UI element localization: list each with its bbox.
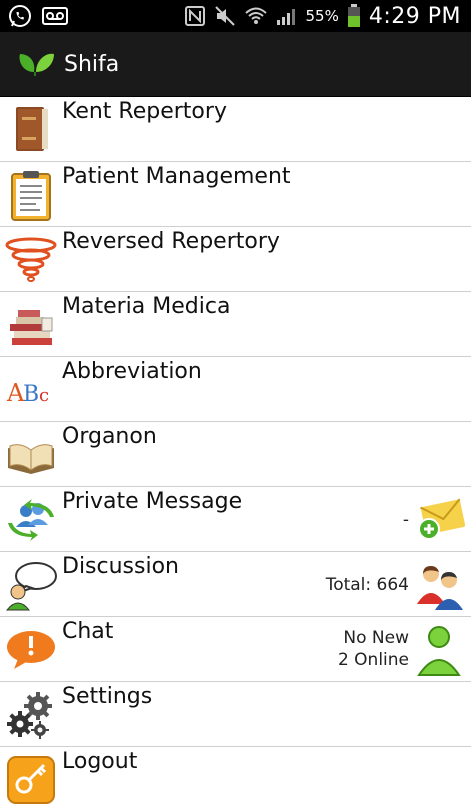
menu-item-label: Kent Repertory	[62, 99, 227, 124]
svg-text:c: c	[39, 385, 49, 406]
books-stack-icon	[10, 310, 53, 345]
menu-item-label: Materia Medica	[62, 294, 231, 319]
menu-item-label: Chat	[62, 619, 114, 644]
private-message-count: -	[402, 510, 409, 530]
menu-item-abbreviation[interactable]: A B c Abbreviation	[0, 357, 471, 422]
main-menu-list: Kent Repertory Patient Management Revers…	[0, 97, 471, 811]
mail-add-icon[interactable]	[411, 493, 467, 547]
menu-item-discussion[interactable]: Discussion Total: 664	[0, 552, 471, 617]
gears-icon	[7, 692, 52, 739]
menu-item-label: Abbreviation	[62, 359, 202, 384]
menu-item-patient-management[interactable]: Patient Management	[0, 162, 471, 227]
leaf-logo-icon[interactable]	[14, 42, 58, 86]
app-title: Shifa	[64, 51, 120, 77]
clipboard-icon	[11, 171, 51, 221]
nfc-icon	[184, 6, 205, 26]
menu-item-label: Reversed Repertory	[62, 229, 280, 254]
menu-item-label: Logout	[62, 749, 138, 774]
menu-item-kent-repertory[interactable]: Kent Repertory	[0, 97, 471, 162]
menu-item-label: Private Message	[62, 489, 243, 514]
menu-item-chat[interactable]: Chat No New 2 Online	[0, 617, 471, 682]
whatsapp-icon	[9, 5, 31, 27]
mute-icon	[214, 6, 235, 26]
chat-new-messages: No New	[343, 628, 409, 648]
menu-item-materia-medica[interactable]: Materia Medica	[0, 292, 471, 357]
menu-item-label: Organon	[62, 424, 157, 449]
chat-status: No New 2 Online	[338, 627, 409, 671]
battery-percent: 55%	[305, 7, 339, 25]
menu-item-label: Settings	[62, 684, 153, 709]
app-bar: Shifa	[0, 32, 471, 97]
menu-item-private-message[interactable]: Private Message -	[0, 487, 471, 552]
menu-item-logout[interactable]: Logout	[0, 747, 471, 811]
svg-text:B: B	[23, 382, 39, 407]
chat-bubble-user-icon	[5, 562, 57, 611]
abc-icon: A B c	[6, 379, 49, 407]
menu-item-organon[interactable]: Organon	[0, 422, 471, 487]
status-bar: 55% 4:29 PM	[0, 0, 471, 32]
book-icon	[16, 107, 48, 151]
menu-item-label: Patient Management	[62, 164, 291, 189]
online-user-icon[interactable]	[411, 623, 467, 677]
menu-item-reversed-repertory[interactable]: Reversed Repertory	[0, 227, 471, 292]
users-sync-icon	[8, 499, 54, 541]
clock: 4:29 PM	[368, 3, 461, 29]
tornado-icon	[5, 237, 57, 282]
key-icon	[7, 756, 55, 804]
signal-icon	[276, 9, 295, 25]
menu-item-label: Discussion	[62, 554, 179, 579]
alert-bubble-icon	[7, 631, 55, 669]
battery-icon	[347, 4, 360, 27]
wifi-icon	[244, 7, 267, 24]
discussion-total: Total: 664	[325, 575, 409, 595]
group-users-icon[interactable]	[411, 558, 467, 612]
open-book-icon	[8, 444, 54, 474]
chat-online-count: 2 Online	[337, 650, 409, 670]
voicemail-icon	[42, 7, 68, 25]
menu-item-settings[interactable]: Settings	[0, 682, 471, 747]
